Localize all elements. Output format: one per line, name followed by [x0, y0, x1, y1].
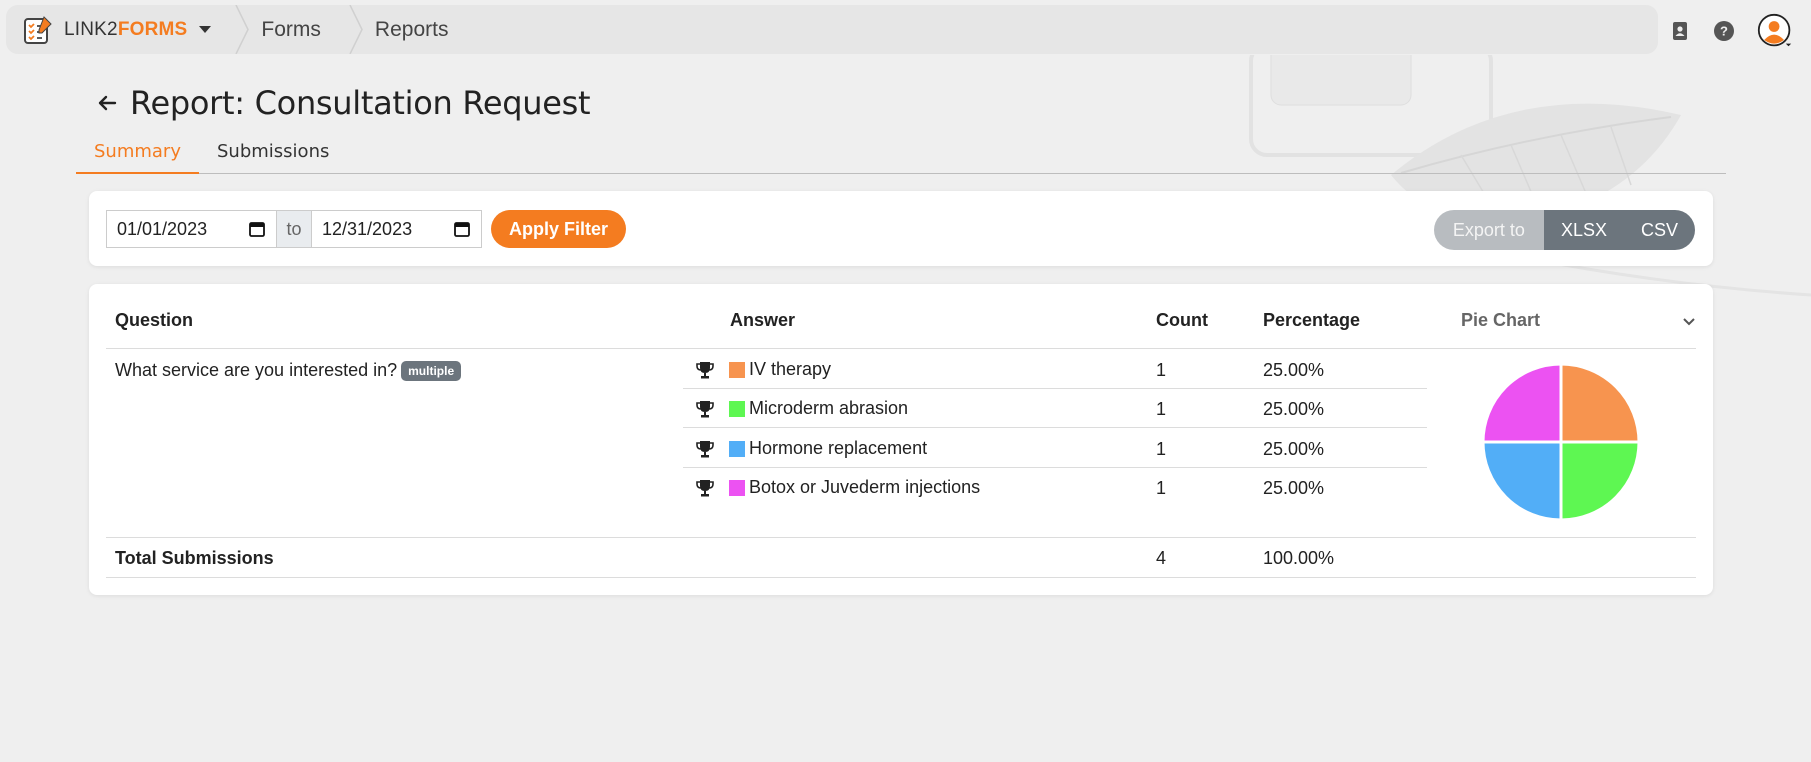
question-text: What service are you interested in?	[115, 360, 398, 380]
export-group: Export to XLSX CSV	[1433, 210, 1695, 250]
filter-card: 01/01/2023 to 12/31/2023 Apply Filter Ex…	[89, 191, 1713, 266]
svg-text:?: ?	[1720, 24, 1728, 39]
page-header: Report: Consultation Request	[96, 84, 591, 122]
tab-summary[interactable]: Summary	[76, 140, 199, 174]
trophy-icon	[696, 480, 714, 497]
trophy-icon	[696, 401, 714, 418]
answer-label: Hormone replacement	[749, 438, 928, 458]
header-answer: Answer	[730, 310, 796, 330]
answer-percentage: 25.00%	[1263, 360, 1325, 380]
pie-slice	[1481, 362, 1563, 444]
calendar-icon[interactable]	[248, 220, 266, 238]
multiple-badge: multiple	[401, 360, 462, 381]
color-swatch	[729, 362, 745, 378]
breadcrumb-label: Forms	[261, 17, 321, 41]
answer-count: 1	[1156, 478, 1167, 498]
trophy-icon	[696, 441, 714, 458]
export-label: Export to	[1433, 210, 1544, 250]
answer-label: Botox or Juvederm injections	[749, 477, 981, 497]
user-avatar-icon[interactable]	[1757, 13, 1793, 49]
answer-count: 1	[1156, 360, 1167, 380]
color-swatch	[729, 441, 745, 457]
date-to-value: 12/31/2023	[322, 218, 413, 239]
brand-menu[interactable]: LINK2FORMS	[6, 5, 235, 54]
summary-table-card: Question Answer Count Percentage Pie Cha…	[89, 284, 1713, 595]
header-count: Count	[1156, 310, 1208, 330]
date-to-input[interactable]: 12/31/2023	[311, 210, 482, 248]
caret-down-icon	[199, 26, 212, 33]
total-count: 4	[1156, 548, 1167, 568]
answer-percentage: 25.00%	[1263, 399, 1325, 419]
export-xlsx-button[interactable]: XLSX	[1543, 210, 1624, 250]
breadcrumb-label: Reports	[374, 17, 449, 41]
navbar-actions: ?	[1669, 0, 1811, 62]
header-divider	[106, 348, 1696, 349]
color-swatch	[729, 401, 745, 417]
brand-name: LINK2FORMS	[64, 18, 188, 40]
page-title: Report: Consultation Request	[130, 84, 591, 122]
address-book-icon[interactable]	[1669, 20, 1691, 42]
logo-icon	[24, 15, 52, 44]
top-navbar: LINK2FORMS Forms Reports	[6, 5, 1658, 54]
pie-chart	[1481, 362, 1641, 522]
pie-slice	[1481, 440, 1563, 522]
answer-label: IV therapy	[749, 359, 832, 379]
breadcrumb-separator	[235, 5, 250, 54]
calendar-icon[interactable]	[453, 220, 471, 238]
color-swatch	[729, 480, 745, 496]
answer-percentage: 25.00%	[1263, 478, 1325, 498]
date-from-value: 01/01/2023	[117, 218, 208, 239]
date-range-group: 01/01/2023 to 12/31/2023	[106, 210, 482, 248]
bottom-divider	[106, 577, 1696, 578]
background-decoration	[1249, 55, 1811, 297]
answer-count: 1	[1156, 399, 1167, 419]
total-percentage: 100.00%	[1263, 548, 1335, 568]
pie-slice	[1559, 440, 1641, 522]
chart-type-value: Pie Chart	[1461, 310, 1541, 330]
answer-percentage: 25.00%	[1263, 439, 1325, 459]
total-divider	[106, 537, 1696, 538]
tab-submissions[interactable]: Submissions	[199, 140, 347, 174]
breadcrumb-separator	[349, 5, 363, 54]
date-separator: to	[277, 210, 311, 248]
answer-count: 1	[1156, 439, 1167, 459]
header-percentage: Percentage	[1263, 310, 1361, 330]
date-from-input[interactable]: 01/01/2023	[106, 210, 277, 248]
report-tabs: Summary Submissions	[76, 140, 1726, 174]
chevron-down-icon	[1683, 317, 1695, 325]
total-submissions-label: Total Submissions	[115, 548, 274, 568]
back-arrow-icon[interactable]	[96, 92, 118, 114]
breadcrumb-forms[interactable]: Forms	[235, 5, 349, 54]
export-csv-button[interactable]: CSV	[1623, 210, 1695, 250]
pie-slice	[1559, 362, 1641, 444]
apply-filter-button[interactable]: Apply Filter	[491, 210, 627, 248]
breadcrumb-reports[interactable]: Reports	[349, 5, 477, 54]
chart-type-select[interactable]: Pie Chart	[1461, 310, 1696, 331]
help-icon[interactable]: ?	[1713, 20, 1735, 42]
trophy-icon	[696, 362, 714, 379]
question-cell: What service are you interested in? mult…	[115, 360, 462, 381]
header-question: Question	[115, 310, 194, 330]
answer-label: Microderm abrasion	[749, 398, 909, 418]
